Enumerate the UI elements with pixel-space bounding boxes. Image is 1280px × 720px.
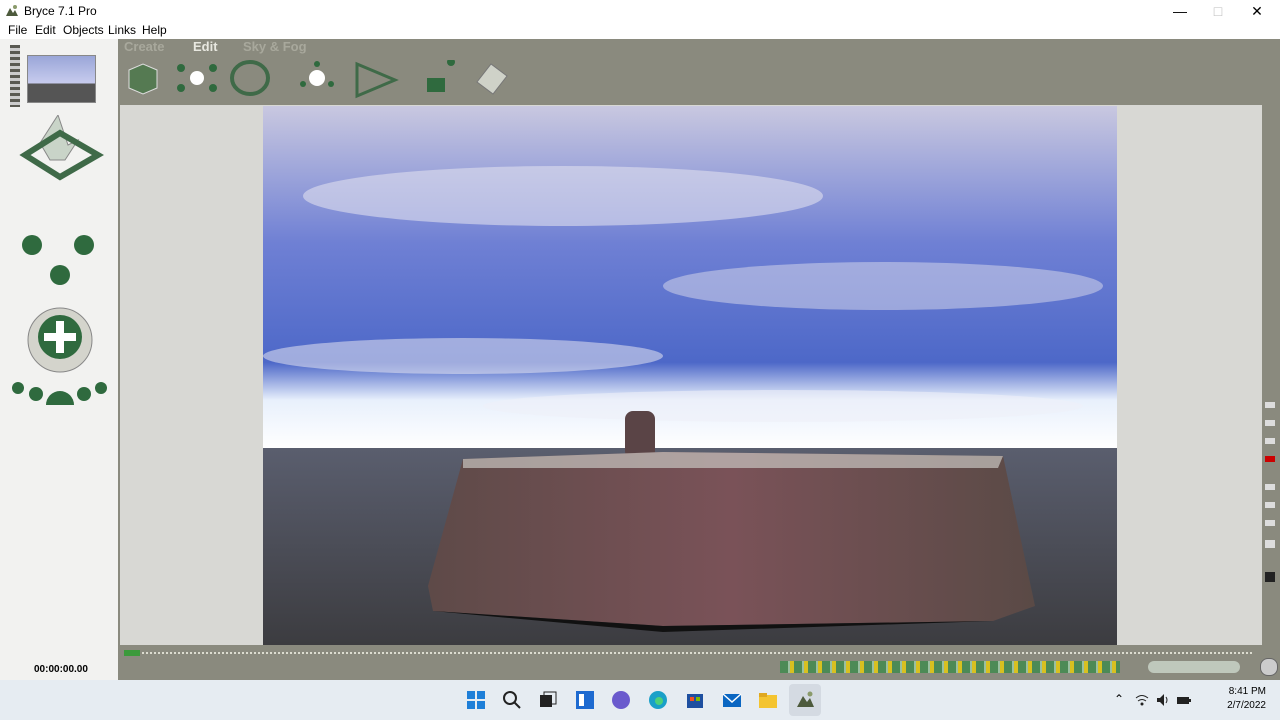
chat-icon[interactable] (611, 690, 631, 710)
camera-controls[interactable] (10, 115, 110, 405)
taskbar: ⌃ 8:41 PM 2/7/2022 (0, 680, 1280, 720)
animation-timeline[interactable] (120, 648, 1260, 658)
menu-help[interactable]: Help (142, 23, 167, 37)
task-view-icon[interactable] (538, 690, 558, 710)
title-bar: Bryce 7.1 Pro — □ ✕ (0, 0, 1280, 22)
windows-start-icon[interactable] (466, 690, 486, 710)
mesa-terrain (428, 452, 1035, 626)
resize-tool-icon (177, 64, 217, 92)
rock-pillar (625, 411, 655, 459)
menu-bar: File Edit Objects Links Help (0, 22, 1280, 39)
close-button[interactable]: ✕ (1237, 0, 1277, 22)
battery-icon[interactable] (1176, 692, 1192, 708)
search-icon[interactable] (502, 690, 522, 710)
bryce-taskbar-icon[interactable] (795, 690, 815, 710)
system-clock[interactable]: 8:41 PM 2/7/2022 (1227, 685, 1266, 713)
window-title: Bryce 7.1 Pro (24, 4, 97, 18)
menu-edit[interactable]: Edit (35, 23, 56, 37)
timecode: 00:00:00.00 (34, 664, 88, 675)
rotate-tool-icon (230, 60, 270, 96)
right-control-strip[interactable] (1262, 340, 1278, 640)
menu-file[interactable]: File (8, 23, 27, 37)
reposition-tool-icon (300, 61, 334, 87)
tab-create[interactable]: Create (124, 39, 164, 54)
volume-icon[interactable] (1155, 692, 1171, 708)
globe-icon[interactable] (1260, 658, 1278, 676)
edit-toolbar[interactable] (125, 60, 525, 102)
wifi-icon[interactable] (1134, 692, 1150, 708)
nano-preview[interactable] (27, 55, 96, 103)
bryce-app-icon (6, 5, 18, 16)
left-control-panel: 00:00:00.00 (0, 39, 118, 680)
materials-cube-icon (128, 63, 158, 95)
terrain-editor-icon (476, 63, 508, 95)
timeline-track (142, 652, 1252, 654)
edge-browser-icon[interactable] (648, 690, 668, 710)
chevron-up-icon[interactable]: ⌃ (1114, 692, 1124, 706)
maximize-button[interactable]: □ (1198, 0, 1238, 22)
align-tool-icon (355, 61, 399, 99)
clock-time: 8:41 PM (1228, 686, 1266, 697)
file-explorer-icon[interactable] (758, 690, 778, 710)
playback-controls[interactable] (1148, 661, 1240, 673)
minimize-button[interactable]: — (1160, 0, 1200, 22)
view-grip[interactable] (10, 45, 20, 107)
scene-viewport[interactable] (263, 106, 1117, 645)
menu-links[interactable]: Links (108, 23, 136, 37)
widgets-icon[interactable] (575, 690, 595, 710)
menu-objects[interactable]: Objects (63, 23, 104, 37)
store-icon[interactable] (685, 690, 705, 710)
preset-palette[interactable] (780, 661, 1120, 673)
timeline-scrubber[interactable] (124, 650, 140, 656)
tab-edit[interactable]: Edit (193, 39, 218, 54)
randomize-tool-icon (427, 60, 455, 92)
clock-date: 2/7/2022 (1227, 700, 1266, 711)
tab-sky-fog[interactable]: Sky & Fog (243, 39, 307, 54)
mail-icon[interactable] (722, 690, 742, 710)
